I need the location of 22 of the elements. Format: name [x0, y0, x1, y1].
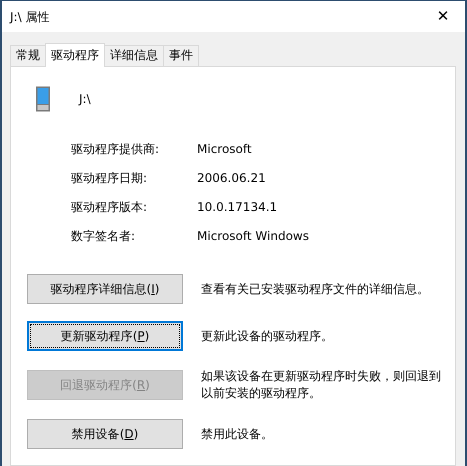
- tab[interactable]: 事件: [163, 45, 199, 66]
- property-value: Microsoft: [197, 141, 253, 157]
- device-name: J:\: [79, 91, 91, 108]
- device-icon: [35, 86, 51, 112]
- property-value: 10.0.17134.1: [197, 199, 278, 215]
- tab[interactable]: 驱动程序: [45, 43, 105, 67]
- action-description: 如果该设备在更新驱动程序时失败，则回退到以前安装的驱动程序。: [201, 368, 442, 402]
- property-label: 驱动程序日期:: [71, 170, 148, 186]
- action-description: 更新此设备的驱动程序。: [201, 328, 334, 344]
- window-title: J:\ 属性: [10, 8, 50, 26]
- property-label: 驱动程序版本:: [71, 199, 148, 215]
- action-description: 查看有关已安装驱动程序文件的详细信息。: [201, 280, 430, 298]
- property-value: 2006.06.21: [197, 170, 267, 186]
- close-button[interactable]: ✕: [421, 1, 465, 32]
- action-button[interactable]: 驱动程序详细信息(I): [27, 274, 183, 304]
- action-button[interactable]: 更新驱动程序(P): [27, 321, 183, 351]
- action-button[interactable]: 禁用设备(D): [27, 419, 183, 449]
- property-label: 驱动程序提供商:: [71, 141, 160, 157]
- property-value: Microsoft Windows: [197, 228, 310, 244]
- tab[interactable]: 常规: [10, 45, 46, 66]
- action-description: 禁用此设备。: [201, 426, 274, 442]
- property-label: 数字签名者:: [71, 228, 136, 244]
